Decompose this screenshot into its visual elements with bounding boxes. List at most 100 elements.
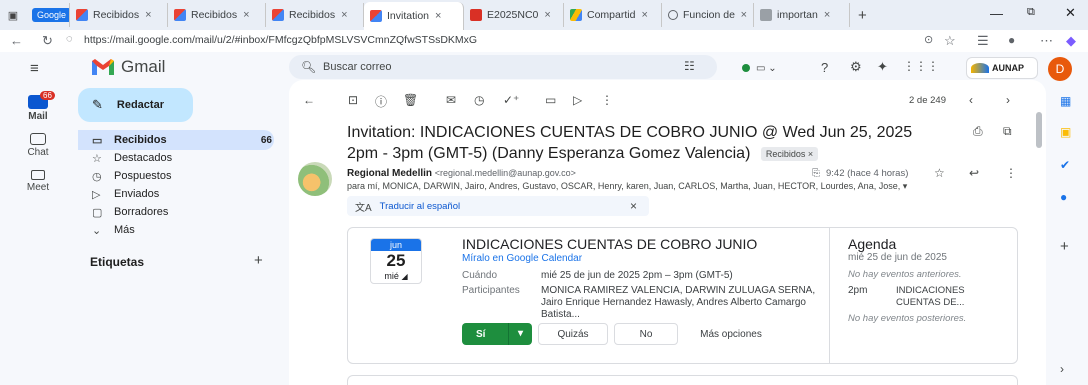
delete-icon[interactable]: 🗑︎ xyxy=(403,93,418,107)
browser-tab-search[interactable]: Funcion de × xyxy=(662,3,754,27)
org-brand[interactable]: AUNAP xyxy=(966,57,1038,79)
agenda-title: Agenda xyxy=(848,236,897,252)
sidebar-item-mas[interactable]: ⌄ Más xyxy=(92,221,272,239)
back-to-inbox-icon[interactable]: ← xyxy=(303,93,315,107)
site-info-icon[interactable]: ◌ xyxy=(66,33,73,45)
rsvp-no-button[interactable]: No xyxy=(614,323,678,345)
url-text[interactable]: https://mail.google.com/mail/u/2/#inbox/… xyxy=(84,34,477,46)
close-tab-icon[interactable]: × xyxy=(741,9,747,21)
rail-chat[interactable]: Chat xyxy=(22,133,54,158)
sidebar-item-enviados[interactable]: ▷ Enviados xyxy=(92,185,272,203)
browser-tab-recibidos-3[interactable]: Recibidos × xyxy=(266,3,364,27)
sender-name[interactable]: Regional Medellin xyxy=(347,168,432,179)
agenda-event-title[interactable]: INDICACIONES CUENTAS DE... xyxy=(896,285,996,309)
close-tab-icon[interactable]: × xyxy=(544,9,550,21)
reply-icon[interactable]: ↩ xyxy=(969,166,979,180)
recipients-dropdown-icon[interactable]: ▾ xyxy=(903,181,908,191)
newer-chevron-icon[interactable]: ‹ xyxy=(969,93,973,107)
scrollbar-thumb[interactable] xyxy=(1036,112,1042,148)
tab-actions-icon[interactable]: ▣ xyxy=(0,9,26,22)
close-tab-icon[interactable]: × xyxy=(641,9,647,21)
browser-tab-recibidos-1[interactable]: Recibidos × xyxy=(70,3,168,27)
gmail-favicon-icon xyxy=(272,9,284,21)
apps-grid-icon[interactable]: ⋮⋮⋮ xyxy=(903,59,939,73)
tasks-app-icon[interactable]: ✔ xyxy=(1060,158,1070,172)
mark-unread-icon[interactable]: ✉ xyxy=(446,93,456,107)
inbox-label-chip[interactable]: Recibidos × xyxy=(760,146,819,161)
print-icon[interactable]: ⎙ xyxy=(973,124,983,139)
keep-app-icon[interactable]: ▣ xyxy=(1060,125,1071,139)
browser-tab-google[interactable]: Google xyxy=(26,3,70,27)
add-task-icon[interactable]: ✓⁺ xyxy=(503,93,519,107)
rsvp-yes-label: Sí xyxy=(476,328,486,340)
close-translate-icon[interactable]: × xyxy=(630,199,637,213)
sidebar-item-borradores[interactable]: ▢ Borradores xyxy=(92,203,272,221)
account-avatar[interactable]: D xyxy=(1048,57,1072,81)
browser-tab-pdf[interactable]: E2025NC0 × xyxy=(464,3,564,27)
calendar-app-icon[interactable]: ▦ xyxy=(1060,94,1071,108)
close-tab-icon[interactable]: × xyxy=(341,9,347,21)
status-indicator[interactable]: ▭ ⌄ xyxy=(742,59,796,77)
move-to-icon[interactable]: ▭ xyxy=(545,93,556,107)
close-tab-icon[interactable]: × xyxy=(435,10,441,22)
label-icon[interactable]: ▷ xyxy=(573,93,582,107)
browser-tab-invitation[interactable]: Invitation × xyxy=(364,2,464,30)
sender-avatar[interactable] xyxy=(298,162,332,196)
sidebar-item-recibidos[interactable]: ▭ Recibidos 66 xyxy=(92,131,272,149)
when-value: mié 25 de jun de 2025 2pm – 3pm (GMT-5) xyxy=(541,270,733,281)
translate-link[interactable]: Traducir al español xyxy=(380,201,460,212)
contacts-app-icon[interactable]: ● xyxy=(1060,190,1067,204)
search-input[interactable]: Buscar correo xyxy=(323,61,391,73)
browser-tab-recibidos-2[interactable]: Recibidos × xyxy=(168,3,266,27)
reload-icon[interactable]: ↻ xyxy=(42,33,53,49)
rsvp-dropdown-icon[interactable]: ▾ xyxy=(508,323,532,345)
search-icon[interactable]: 🔍︎ xyxy=(301,60,316,74)
archive-icon[interactable]: ⊡ xyxy=(348,93,358,107)
restore-icon[interactable]: ⧉ xyxy=(1027,6,1035,19)
add-label-button[interactable]: + xyxy=(254,252,263,269)
add-app-icon[interactable]: + xyxy=(1060,238,1069,255)
search-bar[interactable]: 🔍︎ Buscar correo ☷ xyxy=(289,55,717,79)
main-menu-icon[interactable]: ≡ xyxy=(30,60,39,77)
favorites-icon[interactable]: ☰ xyxy=(977,33,989,49)
star-email-icon[interactable]: ☆ xyxy=(934,166,945,180)
extensions-icon[interactable]: ⋯ xyxy=(1040,33,1053,49)
profile-icon[interactable]: ● xyxy=(1008,33,1015,47)
search-options-icon[interactable]: ☷ xyxy=(684,59,695,73)
rsvp-yes-button[interactable]: Sí ▾ xyxy=(462,323,532,345)
compose-button[interactable]: ✎ Redactar xyxy=(78,88,193,122)
close-tab-icon[interactable]: × xyxy=(145,9,151,21)
more-options-icon[interactable]: ⋮ xyxy=(1005,166,1017,180)
close-tab-icon[interactable]: × xyxy=(243,9,249,21)
help-icon[interactable]: ? xyxy=(821,60,828,75)
back-icon[interactable]: ← xyxy=(10,33,23,48)
close-tab-icon[interactable]: × xyxy=(824,9,830,21)
sidebar-item-pospuestos[interactable]: ◷ Pospuestos xyxy=(92,167,272,185)
rsvp-maybe-button[interactable]: Quizás xyxy=(538,323,608,345)
browser-tab-doc[interactable]: importan × xyxy=(754,3,850,27)
gemini-sparkle-icon[interactable]: ✦ xyxy=(877,59,888,75)
expand-panel-icon[interactable]: › xyxy=(1060,362,1064,376)
settings-gear-icon[interactable]: ⚙ xyxy=(850,59,862,75)
calendar-link[interactable]: Míralo en Google Calendar xyxy=(462,253,582,264)
drive-favicon-icon xyxy=(570,9,582,21)
copilot-icon[interactable]: ◆ xyxy=(1066,33,1076,49)
sidebar-item-destacados[interactable]: ☆ Destacados xyxy=(92,149,272,167)
snooze-icon[interactable]: ◷ xyxy=(474,93,484,107)
share-icon[interactable]: ⊙ xyxy=(924,33,933,46)
recipients-line[interactable]: para mí, MONICA, DARWIN, Jairo, Andres, … xyxy=(347,181,987,192)
close-window-icon[interactable]: ✕ xyxy=(1065,5,1076,21)
browser-tab-drive[interactable]: Compartid × xyxy=(564,3,662,27)
report-spam-icon[interactable]: ⓘ xyxy=(375,93,387,110)
labels-heading: Etiquetas xyxy=(90,255,145,269)
rsvp-more-options-button[interactable]: Más opciones xyxy=(686,323,776,345)
gmail-logo[interactable]: Gmail xyxy=(91,57,165,77)
open-new-window-icon[interactable]: ⧉ xyxy=(1003,124,1012,139)
more-actions-icon[interactable]: ⋮ xyxy=(601,93,613,107)
bookmark-star-icon[interactable]: ☆ xyxy=(944,33,956,49)
new-tab-button[interactable]: + xyxy=(858,7,867,24)
rail-meet[interactable]: Meet xyxy=(22,170,54,193)
rail-mail[interactable]: 66 Mail xyxy=(22,91,55,122)
minimize-icon[interactable]: — xyxy=(990,6,1003,21)
older-chevron-icon[interactable]: › xyxy=(1006,93,1010,107)
